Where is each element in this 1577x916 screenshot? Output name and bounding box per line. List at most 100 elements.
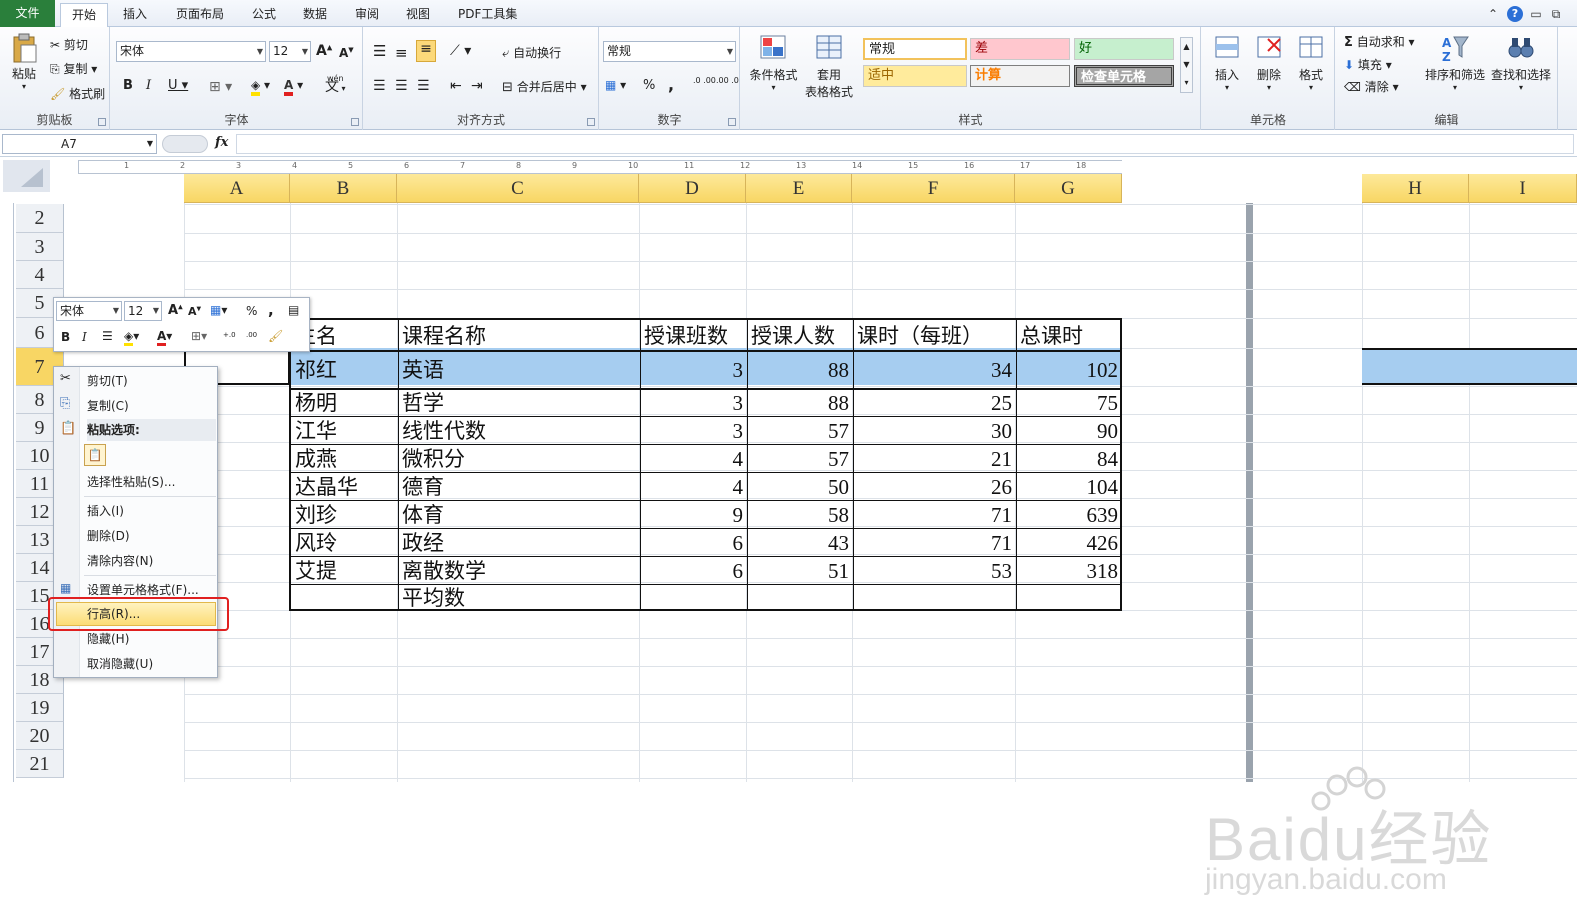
mini-borders[interactable]: ⊞▾ — [191, 329, 207, 343]
font-launcher[interactable] — [351, 118, 359, 126]
mini-fill-color[interactable]: ◈▾ — [124, 329, 139, 346]
table-cell[interactable]: 4 — [640, 472, 747, 500]
wrap-text-button[interactable]: ⤶ 自动换行 — [502, 44, 561, 61]
clear-button[interactable]: ⌫ 清除 ▾ — [1344, 78, 1399, 95]
menu-item-cut[interactable]: 剪切(T) — [87, 370, 128, 392]
mini-center[interactable]: ☰ — [102, 329, 113, 343]
table-cell[interactable]: 30 — [853, 416, 1016, 444]
increase-decimal-button[interactable]: .0 .00 — [693, 77, 716, 85]
align-right-button[interactable]: ☰ — [417, 78, 430, 94]
fill-color-button[interactable]: ◈ ▾ — [251, 78, 270, 96]
table-cell[interactable]: 6 — [640, 556, 747, 584]
table-cell[interactable]: 71 — [853, 500, 1016, 528]
paste-option-icon[interactable]: 📋 — [84, 444, 106, 466]
table-cell[interactable]: 58 — [747, 500, 853, 528]
shrink-font-button[interactable]: A▼ — [339, 46, 354, 60]
column-header-g[interactable]: G — [1015, 174, 1122, 203]
table-header-cell[interactable]: 课程名称 — [398, 320, 640, 350]
table-header-cell[interactable]: 课时（每班） — [853, 320, 1016, 350]
menu-item-insert[interactable]: 插入(I) — [87, 500, 124, 522]
column-header-b[interactable]: B — [290, 174, 397, 203]
table-cell[interactable]: 34 — [853, 350, 1016, 388]
table-cell[interactable]: 84 — [1016, 444, 1122, 472]
percent-button[interactable]: % — [643, 78, 655, 93]
minimize-icon[interactable]: ▭ — [1528, 6, 1544, 22]
table-cell[interactable]: 线性代数 — [398, 416, 640, 444]
bold-button[interactable]: B — [123, 78, 133, 93]
tab-file[interactable]: 文件 — [0, 0, 55, 27]
table-cell[interactable]: 50 — [747, 472, 853, 500]
table-cell[interactable]: 88 — [747, 350, 853, 388]
column-header-e[interactable]: E — [746, 174, 852, 203]
copy-button[interactable]: ⎘ 复制 ▾ — [50, 60, 97, 77]
paste-button[interactable]: 粘贴 ▾ — [6, 33, 42, 91]
tab-home[interactable]: 开始 — [60, 3, 108, 28]
mini-shrink-font[interactable]: A▼ — [188, 305, 201, 318]
table-cell[interactable]: 微积分 — [398, 444, 640, 472]
table-cell[interactable]: 71 — [853, 528, 1016, 556]
table-cell[interactable]: 426 — [1016, 528, 1122, 556]
row-header-21[interactable]: 21 — [16, 750, 64, 778]
alignment-launcher[interactable] — [587, 118, 595, 126]
column-header-i[interactable]: I — [1469, 174, 1577, 203]
font-name-combo[interactable]: 宋体 ▼ — [116, 41, 266, 62]
align-left-button[interactable]: ☰ — [373, 78, 386, 94]
row-header-19[interactable]: 19 — [16, 694, 64, 722]
merge-center-button[interactable]: ⊟ 合并后居中 ▾ — [502, 78, 587, 95]
table-cell[interactable]: 104 — [1016, 472, 1122, 500]
align-top-button[interactable]: ☰ — [373, 42, 386, 60]
table-cell[interactable]: 风玲 — [291, 528, 398, 556]
ribbon-collapse-icon[interactable]: ⌃ — [1485, 6, 1501, 22]
row-header-2[interactable]: 2 — [16, 204, 64, 233]
table-cell[interactable]: 成燕 — [291, 444, 398, 472]
decrease-indent-button[interactable]: ⇤ — [450, 78, 462, 94]
table-cell[interactable]: 3 — [640, 350, 747, 388]
table-cell[interactable]: 体育 — [398, 500, 640, 528]
mini-bold[interactable]: B — [61, 330, 70, 344]
table-cell[interactable]: 4 — [640, 444, 747, 472]
menu-item-hide[interactable]: 隐藏(H) — [87, 628, 129, 650]
table-cell[interactable] — [1016, 584, 1122, 611]
row-header-3[interactable]: 3 — [16, 233, 64, 261]
table-cell[interactable]: 哲学 — [398, 388, 640, 416]
table-cell[interactable]: 51 — [747, 556, 853, 584]
autosum-button[interactable]: Σ 自动求和 ▾ — [1344, 33, 1415, 50]
style-good[interactable]: 好 — [1074, 38, 1174, 60]
find-select-button[interactable]: 查找和选择 ▾ — [1489, 33, 1553, 92]
grow-font-button[interactable]: A▲ — [316, 43, 332, 59]
mini-comma[interactable]: , — [268, 301, 274, 319]
mini-grow-font[interactable]: A▲ — [168, 303, 183, 318]
formula-input[interactable] — [236, 134, 1574, 154]
menu-item-unhide[interactable]: 取消隐藏(U) — [87, 653, 153, 675]
column-header-d[interactable]: D — [639, 174, 746, 203]
table-header-cell[interactable]: 授课人数 — [747, 320, 853, 350]
table-cell[interactable]: 9 — [640, 500, 747, 528]
fill-button[interactable]: ⬇ 填充 ▾ — [1344, 56, 1392, 73]
table-cell[interactable]: 53 — [853, 556, 1016, 584]
menu-item-clear-contents[interactable]: 清除内容(N) — [87, 550, 153, 572]
style-normal[interactable]: 常规 — [863, 38, 967, 60]
style-bad[interactable]: 差 — [970, 38, 1070, 60]
menu-item-copy[interactable]: 复制(C) — [87, 395, 129, 417]
table-cell[interactable]: 639 — [1016, 500, 1122, 528]
table-cell[interactable]: 102 — [1016, 350, 1122, 388]
conditional-format-button[interactable]: 条件格式 ▾ — [746, 33, 801, 92]
table-cell[interactable]: 318 — [1016, 556, 1122, 584]
number-launcher[interactable] — [728, 118, 736, 126]
phonetic-button[interactable]: wén 文 ▾ — [325, 74, 346, 94]
table-cell[interactable]: 75 — [1016, 388, 1122, 416]
table-cell[interactable]: 57 — [747, 416, 853, 444]
table-cell[interactable]: 6 — [640, 528, 747, 556]
italic-button[interactable]: I — [146, 78, 151, 93]
table-cell[interactable]: 英语 — [398, 350, 640, 388]
row-header-20[interactable]: 20 — [16, 722, 64, 750]
increase-indent-button[interactable]: ⇥ — [471, 78, 483, 94]
cut-button[interactable]: ✂ 剪切 — [50, 36, 88, 53]
align-bottom-button[interactable]: ≡ — [416, 40, 436, 62]
table-cell[interactable]: 88 — [747, 388, 853, 416]
table-header-cell[interactable]: 总课时 — [1016, 320, 1122, 350]
align-center-button[interactable]: ☰ — [395, 78, 408, 94]
tab-data[interactable]: 数据 — [303, 4, 327, 26]
tab-pdf-tools[interactable]: PDF工具集 — [458, 4, 517, 26]
mini-font-color[interactable]: A▾ — [157, 329, 172, 346]
